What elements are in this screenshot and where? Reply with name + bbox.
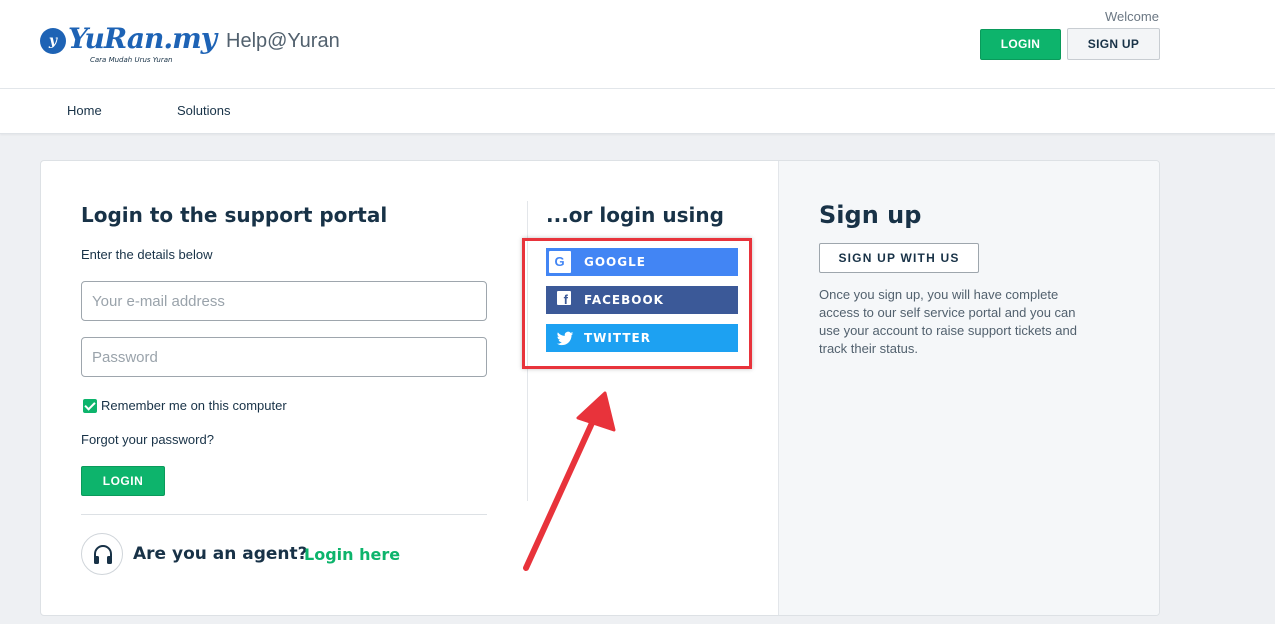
forgot-password-link[interactable]: Forgot your password? bbox=[81, 432, 214, 447]
signup-title: Sign up bbox=[819, 201, 922, 229]
login-button[interactable]: LOGIN bbox=[81, 466, 165, 496]
header-login-button[interactable]: LOGIN bbox=[980, 29, 1061, 60]
nav-item-home[interactable]: Home bbox=[67, 103, 102, 118]
divider bbox=[81, 514, 487, 515]
agent-login-link[interactable]: Login here bbox=[304, 545, 400, 564]
logo-mark: y bbox=[40, 28, 66, 54]
main-nav: Home Solutions bbox=[0, 89, 1275, 134]
email-input[interactable] bbox=[81, 281, 487, 321]
login-subtitle: Enter the details below bbox=[81, 247, 213, 262]
remember-label[interactable]: Remember me on this computer bbox=[101, 398, 287, 413]
headphones-icon bbox=[81, 533, 123, 575]
signup-with-us-button[interactable]: SIGN UP WITH US bbox=[819, 243, 979, 273]
remember-checkbox[interactable] bbox=[83, 399, 97, 413]
signup-description: Once you sign up, you will have complete… bbox=[819, 287, 1077, 356]
welcome-text: Welcome bbox=[1105, 9, 1159, 24]
password-input[interactable] bbox=[81, 337, 487, 377]
agent-question: Are you an agent? bbox=[133, 544, 308, 564]
portal-name[interactable]: Help@Yuran bbox=[226, 30, 340, 53]
nav-item-solutions[interactable]: Solutions bbox=[177, 103, 230, 118]
logo-name: YuRan.my bbox=[68, 22, 217, 55]
login-card: Login to the support portal Enter the de… bbox=[40, 160, 1160, 616]
yuran-logo[interactable]: y YuRan.my Cara Mudah Urus Yuran bbox=[40, 22, 217, 66]
social-login-title: ...or login using bbox=[546, 203, 724, 227]
top-header: y YuRan.my Cara Mudah Urus Yuran Help@Yu… bbox=[0, 0, 1275, 89]
header-signup-button[interactable]: SIGN UP bbox=[1067, 28, 1160, 60]
login-title: Login to the support portal bbox=[81, 203, 388, 227]
annotation-highlight-box bbox=[522, 238, 752, 369]
logo-tagline: Cara Mudah Urus Yuran bbox=[90, 56, 173, 64]
signup-panel: Sign up SIGN UP WITH US Once you sign up… bbox=[778, 161, 1159, 615]
